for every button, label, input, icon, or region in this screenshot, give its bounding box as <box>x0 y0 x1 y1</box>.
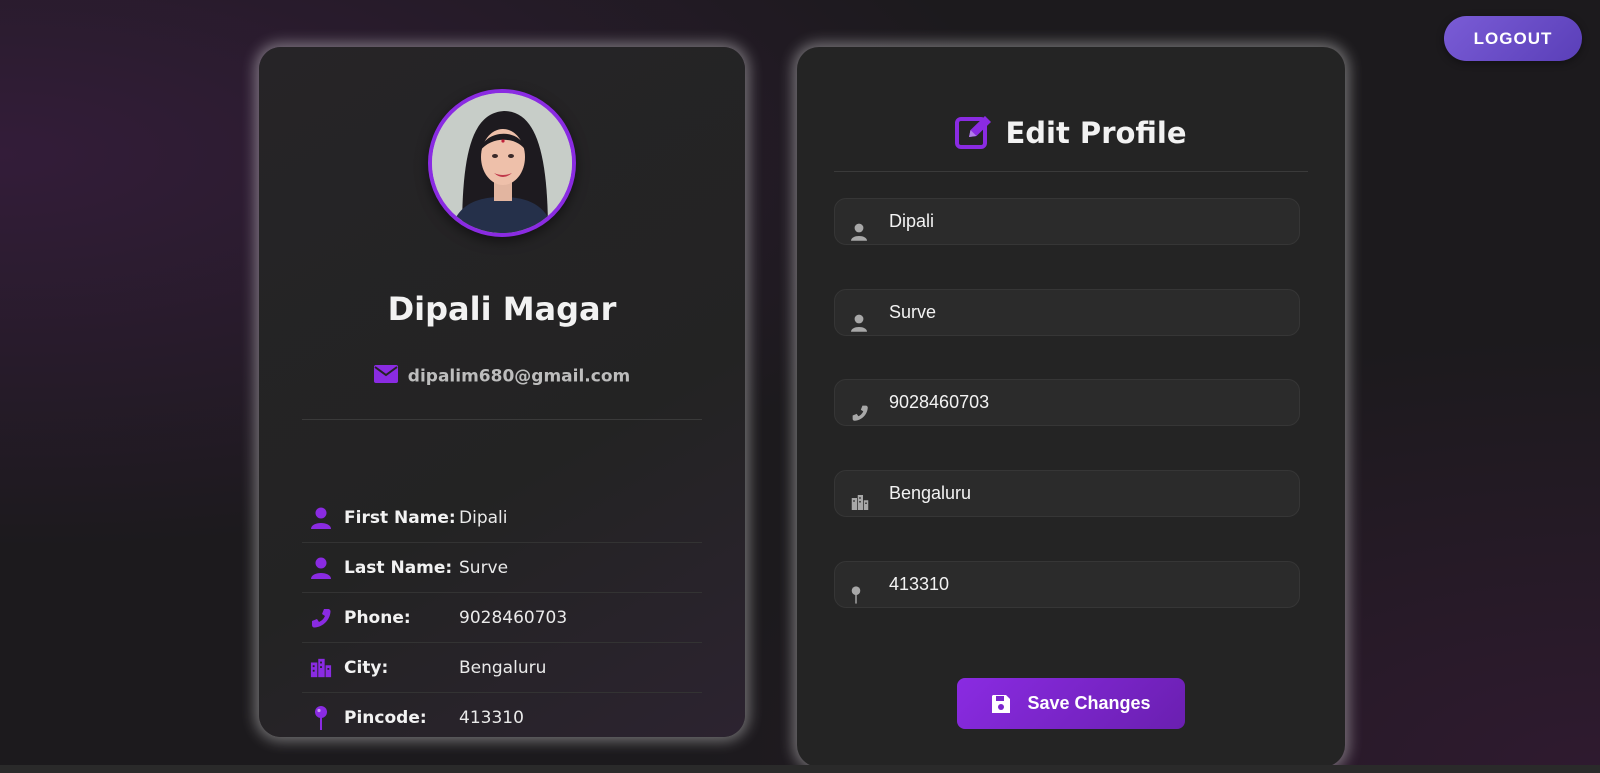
save-changes-button[interactable]: Save Changes <box>957 678 1185 729</box>
logout-button[interactable]: LOGOUT <box>1444 16 1582 61</box>
edit-icon <box>955 115 993 156</box>
phone-icon <box>310 607 332 629</box>
detail-label: Last Name: <box>344 557 453 578</box>
detail-value: 413310 <box>459 707 524 728</box>
city-icon <box>310 658 332 678</box>
detail-label: City: <box>344 657 389 678</box>
pin-icon <box>851 586 861 608</box>
pincode-input[interactable] <box>887 562 1291 607</box>
user-icon <box>310 557 332 579</box>
avatar <box>428 89 576 237</box>
first-name-input[interactable] <box>887 199 1291 244</box>
profile-name: Dipali Magar <box>387 290 617 328</box>
phone-field <box>834 379 1300 426</box>
detail-value: Bengaluru <box>459 657 547 678</box>
user-icon <box>851 223 867 245</box>
edit-divider <box>834 171 1308 172</box>
user-icon <box>310 507 332 529</box>
detail-row-city: City: Bengaluru <box>302 643 702 693</box>
edit-profile-title: Edit Profile <box>797 115 1345 156</box>
save-changes-label: Save Changes <box>1027 693 1151 713</box>
floppy-disk-icon <box>991 694 1011 714</box>
detail-row-pincode: Pincode: 413310 <box>302 693 702 742</box>
pincode-field <box>834 561 1300 608</box>
profile-email: dipalim680@gmail.com <box>259 365 745 388</box>
detail-row-first-name: First Name: Dipali <box>302 493 702 543</box>
city-icon <box>851 495 869 514</box>
city-field <box>834 470 1300 517</box>
detail-row-phone: Phone: 9028460703 <box>302 593 702 643</box>
detail-row-last-name: Last Name: Surve <box>302 543 702 593</box>
profile-details-list: First Name: Dipali Last Name: Surve Phon… <box>302 493 702 742</box>
phone-icon <box>851 404 869 426</box>
detail-label: Pincode: <box>344 707 427 728</box>
detail-value: 9028460703 <box>459 607 568 628</box>
last-name-input[interactable] <box>887 290 1291 335</box>
detail-value: Surve <box>459 557 509 578</box>
edit-title-text: Edit Profile <box>1005 116 1187 150</box>
taskbar-strip <box>0 765 1600 773</box>
envelope-icon <box>373 365 398 388</box>
user-icon <box>851 314 867 336</box>
detail-value: Dipali <box>459 507 508 528</box>
city-input[interactable] <box>887 471 1291 516</box>
email-text: dipalim680@gmail.com <box>407 366 631 387</box>
pin-icon <box>310 705 332 730</box>
last-name-field <box>834 289 1300 336</box>
detail-label: First Name: <box>344 507 456 528</box>
detail-label: Phone: <box>344 607 411 628</box>
phone-input[interactable] <box>887 380 1291 425</box>
edit-profile-card: Edit Profile Save Chang <box>797 47 1345 767</box>
profile-card: Dipali Magar dipalim680@gmail.com First … <box>259 47 745 737</box>
profile-divider <box>302 419 702 420</box>
first-name-field <box>834 198 1300 245</box>
